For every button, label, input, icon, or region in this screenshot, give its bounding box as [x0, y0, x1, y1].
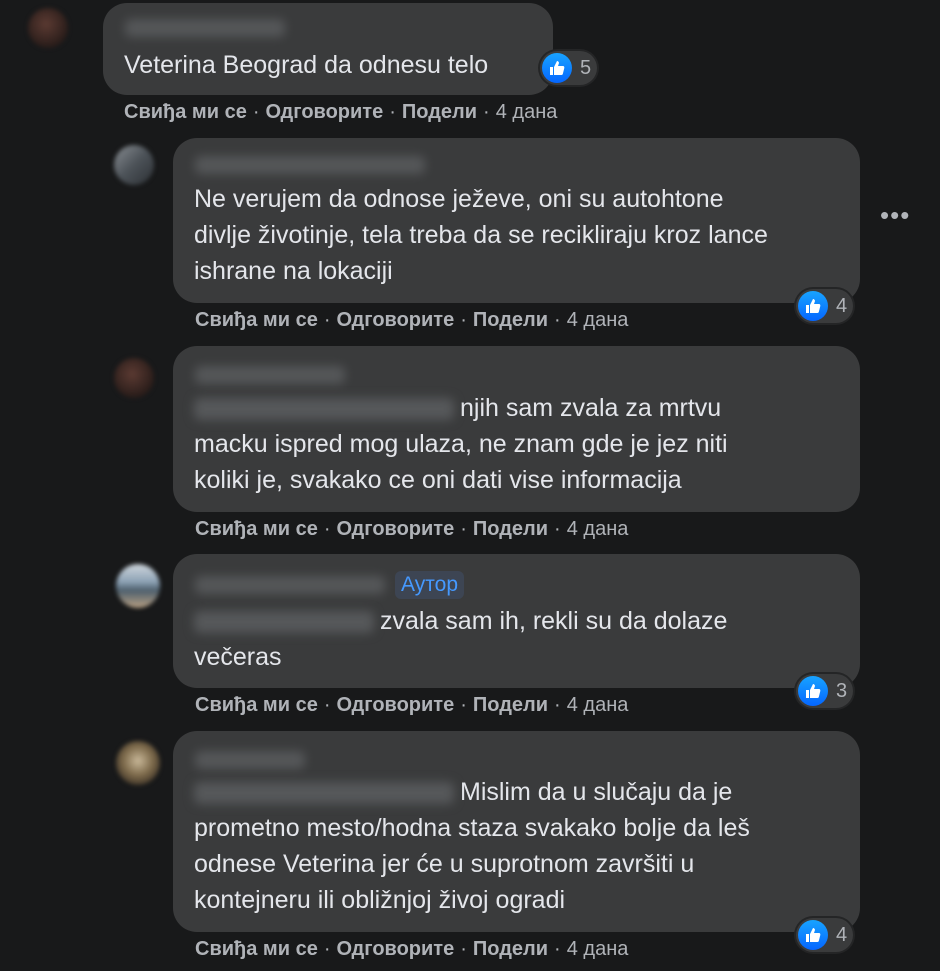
author-name[interactable]	[195, 751, 305, 769]
share-button[interactable]: Подели	[402, 101, 477, 123]
like-count: 4	[836, 294, 848, 317]
reaction-count[interactable]: 3	[796, 674, 854, 708]
reply-button[interactable]: Одговорите	[266, 101, 384, 123]
timestamp[interactable]: 4 дана	[567, 938, 629, 960]
comment-bubble: Аутор zvala sam ih, rekli su da dolaze v…	[173, 554, 860, 688]
reaction-count[interactable]: 5	[540, 51, 598, 85]
share-button[interactable]: Подели	[473, 694, 548, 716]
comment-actions: Свиђа ми се · Одговорите · Подели · 4 дана	[124, 101, 558, 123]
thumbs-up-icon	[798, 676, 828, 706]
like-button[interactable]: Свиђа ми се	[195, 938, 318, 960]
reaction-count[interactable]: 4	[796, 289, 854, 323]
reply-button[interactable]: Одговорите	[337, 518, 455, 540]
avatar[interactable]	[116, 741, 160, 785]
comment-bubble: Veterina Beograd da odnesu telo	[103, 3, 553, 95]
comment-bubble: Mislim da u slučaju da je prometno mesto…	[173, 731, 860, 932]
timestamp[interactable]: 4 дана	[567, 694, 629, 716]
like-button[interactable]: Свиђа ми се	[195, 309, 318, 331]
like-count: 3	[836, 679, 848, 702]
avatar[interactable]	[28, 8, 68, 48]
share-button[interactable]: Подели	[473, 309, 548, 331]
comment-actions: Свиђа ми се · Одговорите · Подели · 4 дана	[195, 518, 629, 540]
author-name[interactable]	[195, 366, 345, 384]
author-badge: Аутор	[395, 571, 465, 599]
timestamp[interactable]: 4 дана	[496, 101, 558, 123]
share-button[interactable]: Подели	[473, 938, 548, 960]
like-button[interactable]: Свиђа ми се	[124, 101, 247, 123]
comment-text: Veterina Beograd da odnesu telo	[124, 51, 489, 79]
mentioned-user[interactable]	[194, 782, 454, 805]
thumbs-up-icon	[542, 53, 572, 83]
timestamp[interactable]: 4 дана	[567, 309, 629, 331]
like-count: 5	[580, 56, 592, 79]
like-button[interactable]: Свиђа ми се	[195, 694, 318, 716]
share-button[interactable]: Подели	[473, 518, 548, 540]
author-name[interactable]	[195, 576, 385, 594]
mentioned-user[interactable]	[194, 398, 454, 421]
thumbs-up-icon	[798, 291, 828, 321]
mentioned-user[interactable]	[194, 611, 374, 634]
comment-actions: Свиђа ми се · Одговорите · Подели · 4 дана	[195, 938, 629, 960]
comment-text: njih sam zvala za mrtvu macku ispred mog…	[194, 394, 728, 494]
more-horizontal-icon[interactable]: •••	[880, 202, 910, 228]
reaction-count[interactable]: 4	[796, 918, 854, 952]
comment-actions: Свиђа ми се · Одговорите · Подели · 4 дана	[195, 309, 629, 331]
reply-button[interactable]: Одговорите	[337, 309, 455, 331]
comment-bubble: njih sam zvala za mrtvu macku ispred mog…	[173, 346, 860, 512]
author-name[interactable]	[125, 19, 285, 37]
author-name[interactable]	[195, 156, 425, 174]
comment-text: Ne verujem da odnose ježeve, oni su auto…	[194, 185, 768, 285]
reply-button[interactable]: Одговорите	[337, 694, 455, 716]
timestamp[interactable]: 4 дана	[567, 518, 629, 540]
comment-actions: Свиђа ми се · Одговорите · Подели · 4 дана	[195, 694, 629, 716]
like-count: 4	[836, 923, 848, 946]
avatar[interactable]	[114, 145, 154, 185]
avatar[interactable]	[114, 358, 154, 398]
avatar[interactable]	[116, 564, 160, 608]
reply-button[interactable]: Одговорите	[337, 938, 455, 960]
comment-text: Mislim da u slučaju da je prometno mesto…	[194, 778, 750, 914]
thumbs-up-icon	[798, 920, 828, 950]
like-button[interactable]: Свиђа ми се	[195, 518, 318, 540]
comment-bubble: Ne verujem da odnose ježeve, oni su auto…	[173, 138, 860, 303]
comment-text: zvala sam ih, rekli su da dolaze večeras	[194, 607, 728, 671]
